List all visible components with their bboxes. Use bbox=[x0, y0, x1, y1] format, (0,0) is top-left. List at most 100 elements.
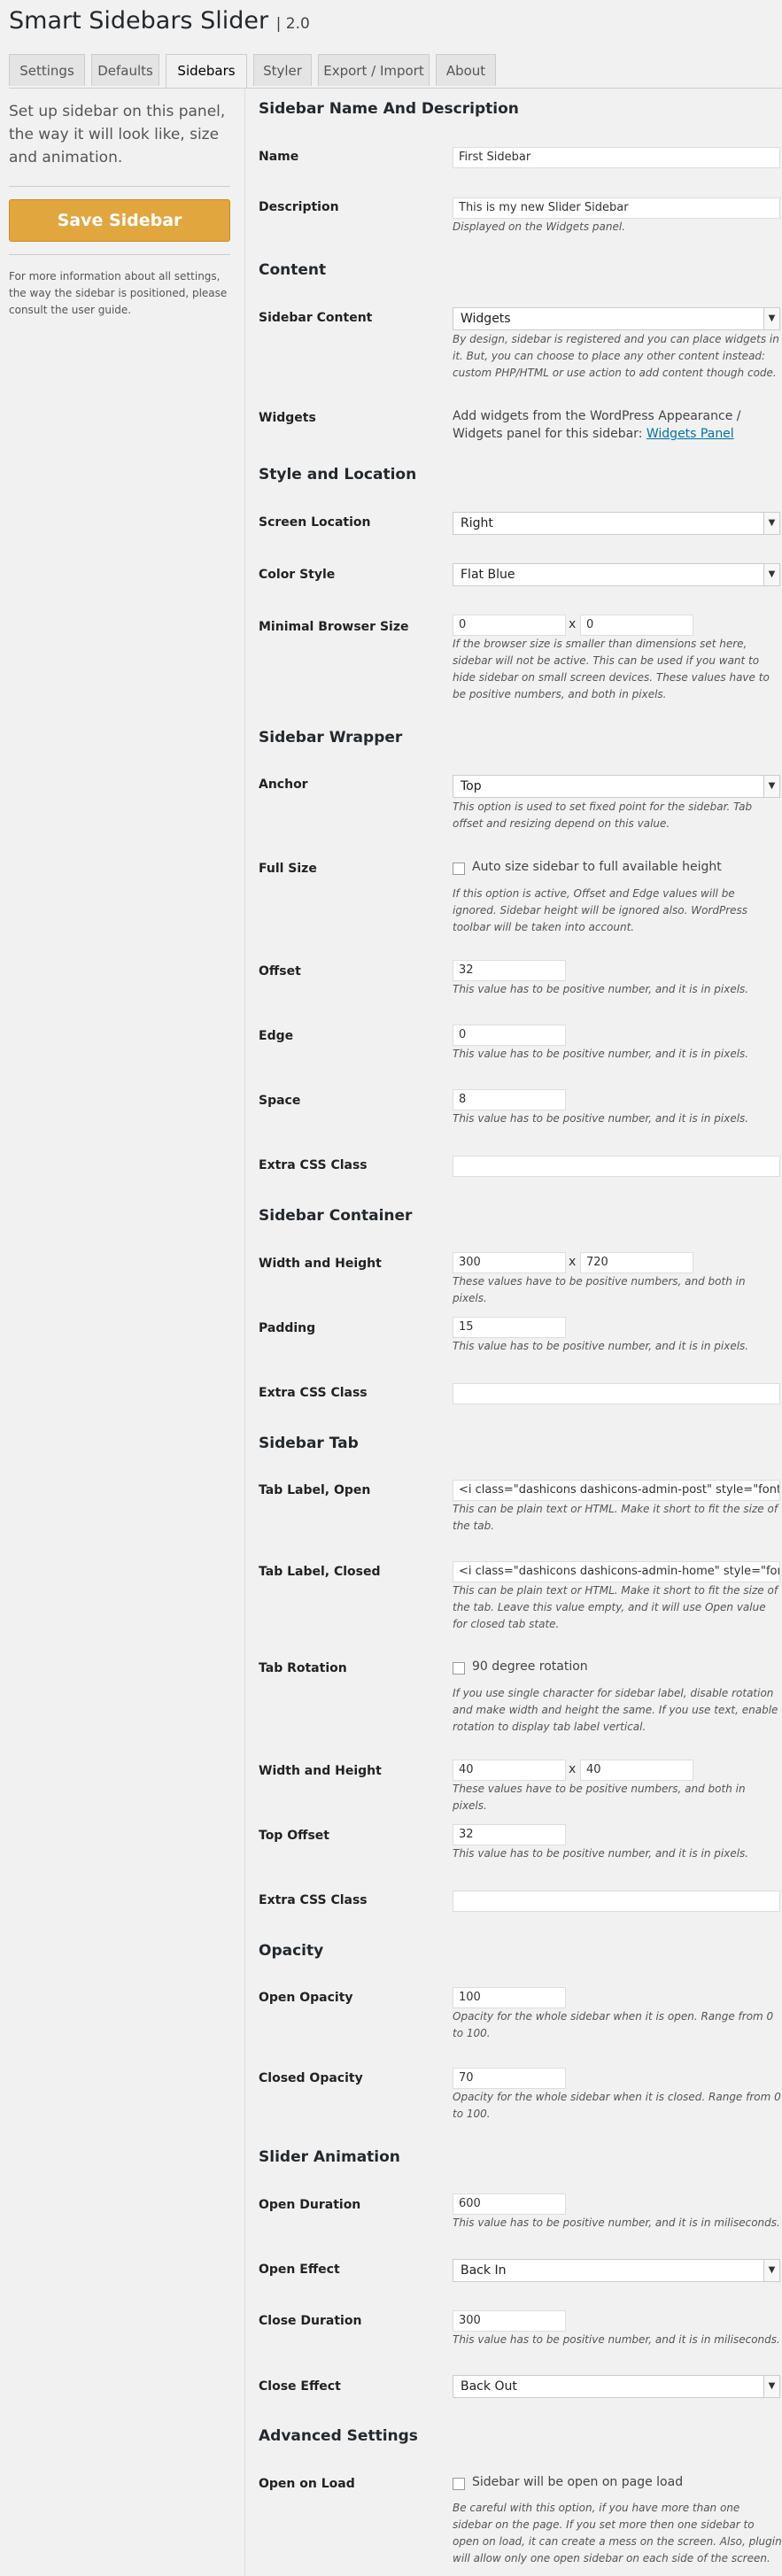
chevron-down-icon: ▼ bbox=[763, 776, 779, 797]
offset-label: Offset bbox=[259, 964, 301, 979]
panel-intro: Set up sidebar on this panel, the way it… bbox=[9, 103, 226, 166]
section-sidebar-wrapper: Sidebar Wrapper bbox=[259, 729, 403, 746]
tab-rotation-help: If you use single character for sidebar … bbox=[453, 1687, 778, 1733]
tab-size-help: These values have to be positive numbers… bbox=[453, 1783, 746, 1812]
color-style-value: Flat Blue bbox=[461, 568, 515, 582]
dimension-separator: x bbox=[569, 1762, 577, 1776]
tab-width-input[interactable]: 40 bbox=[453, 1760, 566, 1781]
tab-size-label: Width and Height bbox=[259, 1764, 382, 1778]
tab-styler[interactable]: Styler bbox=[253, 54, 312, 86]
tab-closed-input[interactable]: <i class="dashicons dashicons-admin-home… bbox=[453, 1561, 780, 1582]
tab-defaults[interactable]: Defaults bbox=[91, 54, 159, 86]
sidebar-content-select[interactable]: Widgets ▼ bbox=[453, 307, 780, 330]
padding-help: This value has to be positive number, an… bbox=[453, 1340, 749, 1352]
open-on-load-checkbox[interactable] bbox=[453, 2478, 465, 2490]
widgets-panel-link[interactable]: Widgets Panel bbox=[647, 427, 734, 441]
close-duration-help: This value has to be positive number, an… bbox=[453, 2333, 780, 2346]
anchor-value: Top bbox=[461, 779, 482, 793]
section-advanced-settings: Advanced Settings bbox=[259, 2427, 418, 2445]
tab-rotation-checkbox-label: 90 degree rotation bbox=[472, 1659, 588, 1674]
widgets-label: Widgets bbox=[259, 411, 316, 425]
open-opacity-help: Opacity for the whole sidebar when it is… bbox=[453, 2010, 774, 2039]
min-browser-help: If the browser size is smaller than dime… bbox=[453, 638, 770, 700]
section-sidebar-container: Sidebar Container bbox=[259, 1207, 413, 1225]
chevron-down-icon: ▼ bbox=[763, 2260, 779, 2281]
tab-rotation-checkbox[interactable] bbox=[453, 1662, 465, 1675]
description-input[interactable]: This is my new Slider Sidebar bbox=[453, 197, 780, 219]
container-width-input[interactable]: 300 bbox=[453, 1252, 566, 1273]
container-size-label: Width and Height bbox=[259, 1257, 382, 1271]
user-guide-note: For more information about all settings,… bbox=[9, 270, 228, 316]
chevron-down-icon: ▼ bbox=[763, 2376, 779, 2397]
container-height-input[interactable]: 720 bbox=[580, 1252, 693, 1273]
full-size-checkbox[interactable] bbox=[453, 863, 465, 875]
dimension-separator: x bbox=[569, 1255, 577, 1269]
open-effect-select[interactable]: Back In ▼ bbox=[453, 2259, 780, 2282]
closed-opacity-help: Opacity for the whole sidebar when it is… bbox=[453, 2091, 781, 2120]
top-offset-label: Top Offset bbox=[259, 1829, 329, 1843]
closed-opacity-input[interactable]: 70 bbox=[453, 2068, 566, 2089]
divider bbox=[9, 186, 230, 187]
tab-export-import[interactable]: Export / Import bbox=[318, 54, 430, 86]
section-content: Content bbox=[259, 261, 327, 279]
padding-input[interactable]: 15 bbox=[453, 1317, 566, 1338]
offset-help: This value has to be positive number, an… bbox=[453, 983, 749, 995]
left-panel: Set up sidebar on this panel, the way it… bbox=[9, 100, 230, 319]
screen-location-label: Screen Location bbox=[259, 515, 371, 530]
color-style-select[interactable]: Flat Blue ▼ bbox=[453, 563, 780, 586]
page-title: Smart Sidebars Slider | 2.0 bbox=[9, 7, 310, 35]
chevron-down-icon: ▼ bbox=[763, 513, 779, 534]
name-label: Name bbox=[259, 150, 299, 164]
open-effect-value: Back In bbox=[461, 2263, 507, 2278]
space-input[interactable]: 8 bbox=[453, 1089, 566, 1110]
close-duration-label: Close Duration bbox=[259, 2314, 362, 2328]
tab-css-input[interactable] bbox=[453, 1891, 780, 1912]
container-css-label: Extra CSS Class bbox=[259, 1386, 368, 1400]
tab-settings[interactable]: Settings bbox=[9, 54, 85, 86]
tab-open-input[interactable]: <i class="dashicons dashicons-admin-post… bbox=[453, 1480, 780, 1501]
color-style-label: Color Style bbox=[259, 568, 336, 582]
tab-closed-help: This can be plain text or HTML. Make it … bbox=[453, 1584, 778, 1630]
description-label: Description bbox=[259, 200, 339, 214]
tab-about[interactable]: About bbox=[436, 54, 496, 86]
screen-location-select[interactable]: Right ▼ bbox=[453, 512, 780, 535]
open-effect-label: Open Effect bbox=[259, 2263, 340, 2277]
container-css-input[interactable] bbox=[453, 1383, 780, 1404]
chevron-down-icon: ▼ bbox=[763, 308, 779, 329]
open-opacity-input[interactable]: 100 bbox=[453, 1987, 566, 2008]
top-offset-input[interactable]: 32 bbox=[453, 1824, 566, 1845]
name-input[interactable]: First Sidebar bbox=[453, 147, 780, 168]
padding-label: Padding bbox=[259, 1321, 316, 1335]
open-duration-input[interactable]: 600 bbox=[453, 2193, 566, 2215]
sidebar-content-value: Widgets bbox=[461, 312, 511, 326]
space-help: This value has to be positive number, an… bbox=[453, 1112, 749, 1125]
edge-input[interactable]: 0 bbox=[453, 1025, 566, 1046]
min-browser-width-input[interactable]: 0 bbox=[453, 615, 566, 636]
tab-open-label: Tab Label, Open bbox=[259, 1483, 371, 1497]
save-sidebar-button[interactable]: Save Sidebar bbox=[9, 199, 230, 242]
open-on-load-checkbox-label: Sidebar will be open on page load bbox=[472, 2475, 684, 2489]
close-effect-select[interactable]: Back Out ▼ bbox=[453, 2375, 780, 2398]
full-size-checkbox-label: Auto size sidebar to full available heig… bbox=[472, 860, 722, 874]
min-browser-height-input[interactable]: 0 bbox=[580, 615, 693, 636]
tab-rotation-label: Tab Rotation bbox=[259, 1661, 347, 1675]
tab-height-input[interactable]: 40 bbox=[580, 1760, 693, 1781]
dimension-separator: x bbox=[569, 617, 577, 631]
close-duration-input[interactable]: 300 bbox=[453, 2310, 566, 2332]
sidebar-content-help: By design, sidebar is registered and you… bbox=[453, 333, 779, 379]
offset-input[interactable]: 32 bbox=[453, 960, 566, 981]
closed-opacity-label: Closed Opacity bbox=[259, 2071, 363, 2085]
min-browser-label: Minimal Browser Size bbox=[259, 620, 409, 634]
full-size-label: Full Size bbox=[259, 862, 317, 876]
tab-closed-label: Tab Label, Closed bbox=[259, 1565, 381, 1579]
description-help: Displayed on the Widgets panel. bbox=[453, 220, 626, 233]
section-sidebar-tab: Sidebar Tab bbox=[259, 1435, 359, 1452]
nav-tabs: Settings Defaults Sidebars Styler Export… bbox=[9, 54, 782, 89]
section-slider-animation: Slider Animation bbox=[259, 2148, 400, 2166]
anchor-label: Anchor bbox=[259, 777, 308, 792]
panel-divider bbox=[244, 88, 245, 2576]
tab-sidebars[interactable]: Sidebars bbox=[166, 54, 247, 88]
anchor-select[interactable]: Top ▼ bbox=[453, 775, 780, 798]
wrapper-css-input[interactable] bbox=[453, 1156, 780, 1177]
open-on-load-label: Open on Load bbox=[259, 2477, 355, 2491]
